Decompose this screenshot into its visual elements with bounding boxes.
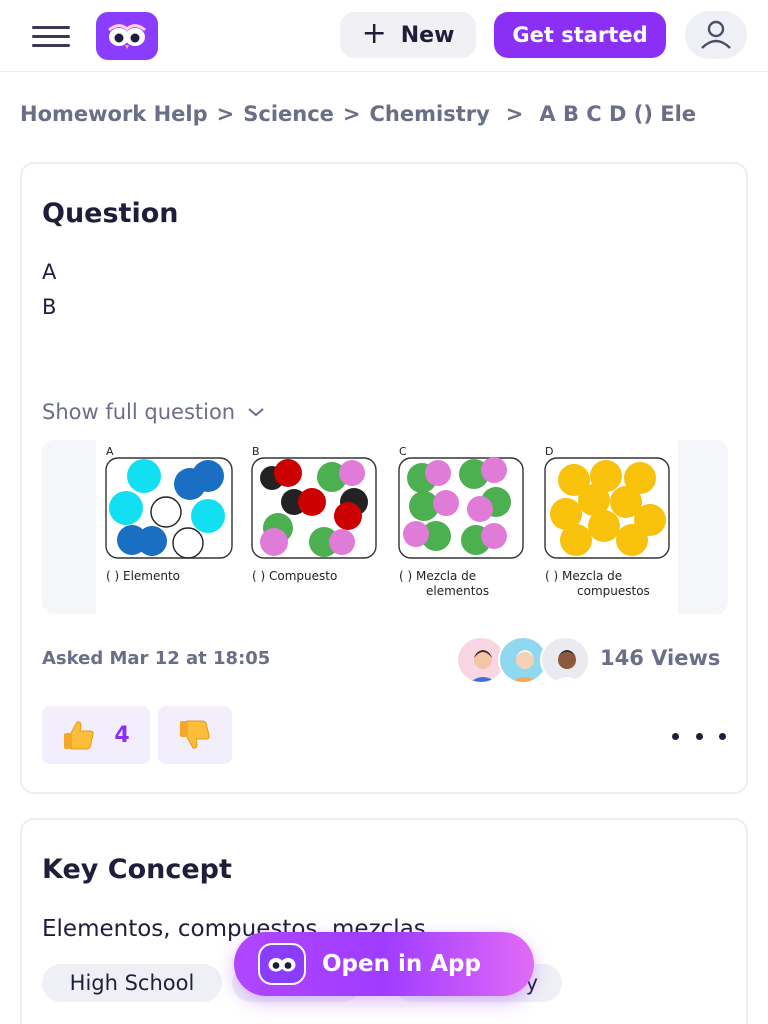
panel-caption: ( ) Compuesto bbox=[252, 569, 337, 583]
thumbs-down-icon bbox=[180, 720, 210, 749]
particle-diagram: A ( ) Elemento B () Compuesto C () Mez… bbox=[105, 445, 670, 598]
panel-caption: elementos bbox=[426, 584, 489, 598]
like-count: 4 bbox=[114, 722, 130, 748]
top-header: + New Get started bbox=[0, 0, 768, 72]
tag-high-school[interactable]: High School bbox=[42, 964, 222, 1002]
open-in-app-label: Open in App bbox=[322, 951, 481, 977]
panel-caption: ( ) Mezcla de bbox=[399, 569, 476, 583]
dislike-button[interactable] bbox=[158, 706, 232, 764]
breadcrumb-separator: > bbox=[216, 102, 235, 126]
more-dots-icon[interactable] bbox=[672, 724, 726, 748]
hamburger-menu-icon[interactable] bbox=[32, 26, 70, 48]
like-button[interactable]: 4 bbox=[42, 706, 150, 764]
question-title: Question bbox=[42, 198, 179, 229]
question-image-content: A ( ) Elemento B () Compuesto C () Mez… bbox=[96, 440, 678, 614]
question-line: B bbox=[42, 295, 57, 319]
new-button-label: New bbox=[400, 22, 455, 48]
viewer-avatars bbox=[456, 636, 596, 684]
breadcrumb-separator: > bbox=[342, 102, 361, 126]
panel-caption: compuestos bbox=[577, 584, 650, 598]
panel-letter: D bbox=[545, 445, 553, 458]
panel-letter: C bbox=[399, 445, 407, 458]
panel-caption: ( ) Mezcla de bbox=[545, 569, 622, 583]
user-icon[interactable] bbox=[685, 11, 747, 59]
panel-letter: A bbox=[106, 445, 114, 458]
show-full-question-button[interactable]: Show full question bbox=[42, 400, 265, 424]
key-concept-title: Key Concept bbox=[42, 854, 232, 885]
asked-date: Asked Mar 12 at 18:05 bbox=[42, 648, 271, 669]
view-count: 146 Views bbox=[600, 646, 721, 670]
show-full-question-label: Show full question bbox=[42, 400, 236, 424]
avatar bbox=[540, 636, 590, 684]
chevron-down-icon bbox=[248, 408, 264, 417]
owl-logo-icon bbox=[258, 943, 306, 985]
thumbs-up-icon bbox=[64, 721, 95, 750]
question-line: A bbox=[42, 260, 57, 284]
breadcrumb-homework-help[interactable]: Homework Help bbox=[20, 102, 208, 126]
breadcrumb-current: A B C D () Ele bbox=[539, 102, 697, 126]
panel-letter: B bbox=[252, 445, 260, 458]
breadcrumb-science[interactable]: Science bbox=[243, 102, 334, 126]
breadcrumb-separator: > bbox=[505, 102, 524, 126]
question-card: Question A B Show full question A ( ) El… bbox=[20, 162, 748, 794]
question-image[interactable]: A ( ) Elemento B () Compuesto C () Mez… bbox=[42, 440, 728, 614]
new-button[interactable]: + New bbox=[340, 12, 476, 58]
plus-icon: + bbox=[361, 16, 387, 51]
panel-caption: ( ) Elemento bbox=[106, 569, 180, 583]
breadcrumb: Homework Help > Science > Chemistry > A B C D … bbox=[20, 102, 750, 126]
breadcrumb-chemistry[interactable]: Chemistry bbox=[370, 102, 490, 126]
open-in-app-button[interactable]: Open in App bbox=[234, 932, 534, 996]
owl-logo-icon[interactable] bbox=[96, 12, 158, 60]
get-started-button[interactable]: Get started bbox=[494, 12, 666, 58]
